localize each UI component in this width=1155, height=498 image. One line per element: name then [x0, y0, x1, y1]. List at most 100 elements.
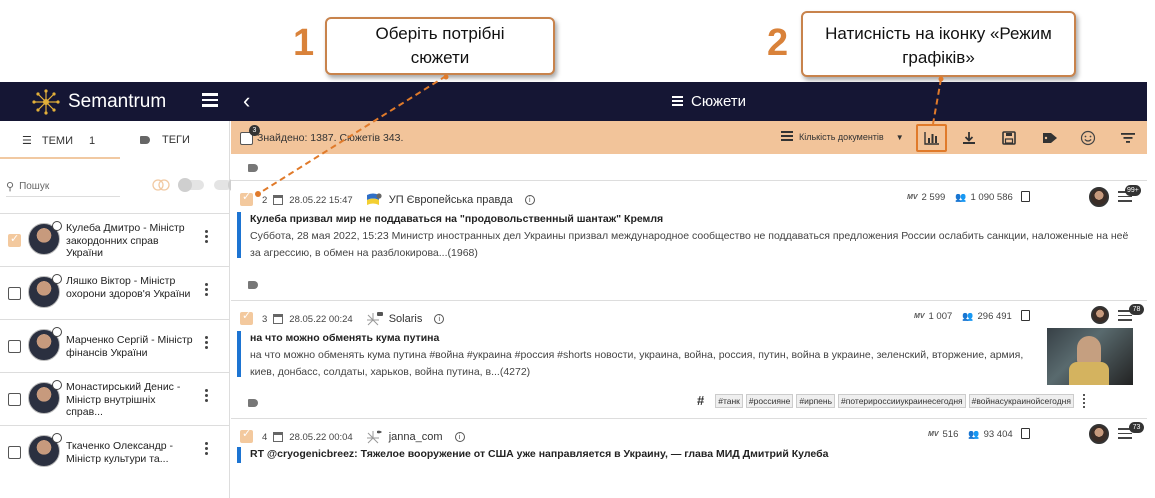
story-card[interactable]: 2 28.05.22 15:47 УП Європейська правда i…: [231, 182, 1147, 301]
back-chevron-icon[interactable]: ‹: [243, 88, 250, 114]
story-title[interactable]: на что можно обменять кума путина: [250, 331, 1042, 345]
story-source[interactable]: janna_com: [389, 431, 443, 443]
tag-icon[interactable]: [248, 281, 258, 289]
info-icon[interactable]: i: [524, 195, 535, 205]
sidebar-item-label: Кулеба Дмитро - Міністр закордонних спра…: [66, 222, 185, 259]
verified-badge-icon: [52, 433, 62, 443]
sidebar-item-checkbox[interactable]: [8, 446, 21, 459]
story-audience: 296 491: [977, 311, 1012, 322]
story-meta: 4 28.05.22 00:04 janna_com i: [262, 429, 465, 445]
avatar: [1089, 424, 1109, 444]
menu-icon[interactable]: [202, 93, 218, 110]
sort-dropdown[interactable]: Кількість документів ▼: [781, 131, 904, 143]
verified-badge-icon: [52, 327, 62, 337]
sidebar-item-label: Монастирський Денис - Міністр внутрішніх…: [66, 381, 181, 418]
sidebar-toggles: [152, 178, 242, 192]
sort-label: Кількість документів: [799, 132, 884, 142]
filter-icon[interactable]: [1119, 129, 1137, 147]
sidebar-item-checkbox[interactable]: [8, 393, 21, 406]
more-options-icon[interactable]: [205, 230, 209, 245]
sidebar-item-checkbox[interactable]: [8, 232, 21, 247]
story-text: Суббота, 28 мая 2022, 15:23 Министр инос…: [250, 230, 1129, 259]
avatar: [1089, 187, 1109, 207]
hashtag[interactable]: #ирпень: [796, 393, 836, 408]
comment-count-badge: 99+: [1125, 185, 1141, 196]
more-options-icon[interactable]: [205, 283, 209, 298]
sidebar-item[interactable]: Марченко Сергій - Міністр фінансів Украї…: [0, 319, 230, 372]
sidebar-item-label: Марченко Сергій - Міністр фінансів Украї…: [66, 334, 193, 359]
verified-badge-icon: [52, 380, 62, 390]
top-bar: Semantrum ‹ Сюжети: [0, 82, 1147, 121]
tag-icon[interactable]: [248, 399, 258, 407]
sidebar-item[interactable]: Ляшко Віктор - Міністр охорони здоров'я …: [0, 266, 230, 319]
sidebar-item[interactable]: Кулеба Дмитро - Міністр закордонних спра…: [0, 213, 230, 266]
search-placeholder: Пошук: [19, 181, 50, 192]
sidebar-item-label: Ляшко Віктор - Міністр охорони здоров'я …: [66, 275, 191, 300]
found-count-text: Знайдено: 1387. Сюжетів 343.: [257, 132, 404, 144]
more-vertical-icon[interactable]: [1082, 393, 1085, 408]
toggle-switch-2[interactable]: [214, 178, 242, 192]
document-icon[interactable]: [1021, 428, 1030, 439]
list-icon: ☰: [22, 135, 32, 147]
views-label: MV: [907, 194, 918, 201]
story-body: RT @cryogenicbreez: Тяжелое вооружение о…: [237, 447, 1137, 463]
story-meta: 2 28.05.22 15:47 УП Європейська правда i: [262, 192, 535, 208]
callout-text-2: Натисність на іконку «Режим графіків»: [825, 24, 1052, 67]
story-card[interactable]: 3 28.05.22 00:24 Solaris i MV 1 007 👥 29…: [231, 301, 1147, 419]
tab-topics[interactable]: ☰ ТЕМИ 1: [22, 134, 95, 148]
story-checkbox[interactable]: [240, 427, 253, 443]
callout-box-2: Натисність на іконку «Режим графіків»: [801, 11, 1076, 77]
smiley-icon[interactable]: [1079, 129, 1097, 147]
story-index: 4: [262, 431, 268, 443]
sidebar: ☰ ТЕМИ 1 ТЕГИ ⚲ Пошук Кулеба Дмитро - Мі…: [0, 121, 242, 498]
story-source[interactable]: Solaris: [389, 313, 423, 325]
story-checkbox[interactable]: [240, 309, 253, 325]
document-icon[interactable]: [1021, 310, 1030, 321]
hashtag[interactable]: #потерироссииукраинесегодня: [838, 393, 966, 408]
story-title[interactable]: Кулеба призвал мир не поддаваться на "пр…: [250, 212, 1137, 226]
callout-box-1: Оберіть потрібні сюжети: [325, 17, 555, 75]
story-checkbox[interactable]: [240, 190, 253, 206]
hashtag[interactable]: #танк: [715, 393, 743, 408]
video-thumbnail[interactable]: [1047, 328, 1133, 385]
hashtag-list: # #танк #россияне #ирпень #потерироссииу…: [697, 393, 1085, 408]
source-logo-icon: [365, 311, 383, 327]
info-icon[interactable]: i: [434, 314, 445, 324]
hashtag[interactable]: #войнасукраинойсегодня: [968, 393, 1074, 408]
tab-topics-label: ТЕМИ: [41, 134, 74, 147]
download-icon[interactable]: [960, 129, 978, 147]
story-card[interactable]: 4 28.05.22 00:04 janna_com i MV 516 👥 93…: [231, 419, 1147, 498]
tag-icon[interactable]: [248, 164, 258, 172]
more-options-icon[interactable]: [205, 336, 209, 351]
callout-number-1: 1: [293, 22, 315, 64]
logo-icon: [32, 89, 60, 115]
search-input[interactable]: ⚲ Пошук: [6, 177, 120, 197]
toggle-switch-1[interactable]: [178, 178, 204, 192]
more-options-icon[interactable]: [205, 389, 209, 404]
sidebar-item[interactable]: Монастирський Денис - Міністр внутрішніх…: [0, 372, 230, 425]
save-icon[interactable]: [1000, 129, 1018, 147]
story-date: 28.05.22 15:47: [289, 194, 353, 206]
sidebar-item-checkbox[interactable]: [8, 340, 21, 353]
more-options-icon[interactable]: [205, 442, 209, 457]
views-label: MV: [928, 431, 939, 438]
app-logo[interactable]: Semantrum: [28, 89, 166, 115]
app-name: Semantrum: [68, 91, 167, 112]
sidebar-item-checkbox[interactable]: [8, 287, 21, 300]
callout-text-1: Оберіть потрібні сюжети: [375, 24, 505, 67]
hashtag[interactable]: #россияне: [745, 393, 794, 408]
story-source[interactable]: УП Європейська правда: [389, 194, 513, 206]
verified-badge-icon: [52, 221, 62, 231]
story-stats: MV 2 599 👥 1 090 586: [907, 192, 1013, 203]
info-icon[interactable]: i: [454, 432, 465, 442]
document-icon[interactable]: [1021, 191, 1030, 202]
sidebar-item[interactable]: Ткаченко Олександр - Міністр культури та…: [0, 425, 230, 478]
tag-icon[interactable]: [1041, 129, 1059, 147]
tab-tags[interactable]: ТЕГИ: [140, 134, 190, 146]
story-title[interactable]: RT @cryogenicbreez: Тяжелое вооружение о…: [250, 447, 1137, 461]
chart-mode-highlight: [916, 124, 947, 152]
calendar-icon: [273, 195, 284, 205]
page-title: Сюжети: [672, 93, 746, 110]
callout-leader-2-origin: [938, 76, 944, 82]
intersect-icon[interactable]: [152, 179, 170, 191]
